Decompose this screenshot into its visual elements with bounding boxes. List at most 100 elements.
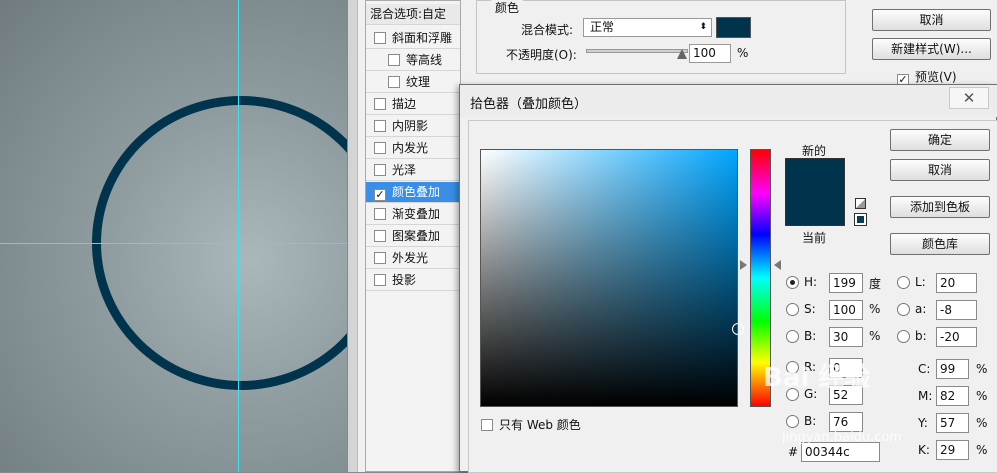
style-item-inner-glow[interactable]: 内发光 <box>366 138 460 159</box>
m-input[interactable]: 82 <box>936 386 969 406</box>
saturation-brightness-field[interactable] <box>480 149 738 407</box>
dialog-edge <box>348 0 358 472</box>
ok-button[interactable]: 确定 <box>890 129 990 151</box>
baidu-watermark-url: jingyan.baidu.com <box>782 430 902 445</box>
s-input[interactable]: 100 <box>829 300 863 320</box>
blending-options-item[interactable]: 混合选项:自定 <box>366 4 460 25</box>
a-radio[interactable] <box>897 303 910 316</box>
style-item-color-overlay[interactable]: ✓ 颜色叠加 <box>366 182 460 203</box>
style-item-pattern-overlay[interactable]: 图案叠加 <box>366 226 460 247</box>
current-color-label: 当前 <box>802 231 827 245</box>
l-radio[interactable] <box>897 276 910 289</box>
new-color-swatch <box>785 158 845 194</box>
blend-mode-select[interactable]: 正常 ⬍ <box>583 18 712 37</box>
picker-cancel-button[interactable]: 取消 <box>890 159 990 181</box>
rgb-b-label: B: <box>804 414 817 428</box>
y-input[interactable]: 57 <box>936 413 969 433</box>
style-item-drop-shadow[interactable]: 投影 <box>366 270 460 291</box>
overlay-color-swatch[interactable] <box>716 17 751 38</box>
style-item-bevel-emboss[interactable]: 斜面和浮雕 <box>366 28 460 49</box>
b-unit: % <box>869 329 881 343</box>
out-of-gamut-cube-icon[interactable] <box>855 198 866 209</box>
checkbox[interactable] <box>388 76 400 88</box>
picker-titlebar[interactable]: 拾色器（叠加颜色） ✕ <box>460 85 997 117</box>
checkbox-checked[interactable]: ✓ <box>374 189 386 201</box>
new-style-button[interactable]: 新建样式(W)... <box>872 38 991 60</box>
h-unit: 度 <box>869 277 882 291</box>
blend-mode-label: 混合模式: <box>521 23 574 37</box>
checkbox[interactable] <box>374 142 386 154</box>
style-item-label: 外发光 <box>392 251 429 265</box>
style-item-stroke[interactable]: 描边 <box>366 94 460 115</box>
style-item-satin[interactable]: 光泽 <box>366 160 460 181</box>
color-picker-dialog: 拾色器（叠加颜色） ✕ 新的 当前 确定 取消 添加到色板 颜色库 H: 199… <box>459 84 997 473</box>
style-item-label: 斜面和浮雕 <box>392 31 453 45</box>
checkbox[interactable] <box>374 274 386 286</box>
lab-b-radio[interactable] <box>897 330 910 343</box>
close-icon[interactable]: ✕ <box>949 87 989 109</box>
lab-b-input[interactable]: -20 <box>936 327 977 347</box>
k-input[interactable]: 29 <box>936 440 969 460</box>
style-item-label: 描边 <box>392 97 417 111</box>
current-color-swatch[interactable] <box>785 194 845 226</box>
preview-label: 预览(V) <box>915 70 957 84</box>
checkbox[interactable] <box>481 419 493 431</box>
checkbox[interactable] <box>374 230 386 242</box>
checkbox[interactable] <box>374 120 386 132</box>
web-safe-color-icon[interactable] <box>854 213 867 226</box>
vertical-guide[interactable] <box>238 0 239 472</box>
checkbox[interactable] <box>374 32 386 44</box>
c-input[interactable]: 99 <box>936 359 969 379</box>
s-label: S: <box>804 302 816 316</box>
b-label: B: <box>804 329 817 343</box>
style-item-label: 投影 <box>392 273 417 287</box>
k-unit: % <box>976 443 988 457</box>
a-input[interactable]: -8 <box>936 300 977 320</box>
hue-slider-right-arrow-icon[interactable] <box>774 260 781 270</box>
rgb-b-radio[interactable] <box>786 415 799 428</box>
hex-label: # <box>788 445 799 459</box>
style-item-label: 颜色叠加 <box>392 185 441 199</box>
style-item-label: 内发光 <box>392 141 429 155</box>
color-marker-icon[interactable] <box>732 323 744 335</box>
lab-b-label: b: <box>915 329 927 343</box>
hex-input[interactable]: 00344c <box>801 442 880 462</box>
style-item-outer-glow[interactable]: 外发光 <box>366 248 460 269</box>
checkbox[interactable] <box>388 54 400 66</box>
opacity-label: 不透明度(O): <box>506 48 577 62</box>
b-radio[interactable] <box>786 330 799 343</box>
h-input[interactable]: 199 <box>829 273 863 293</box>
s-unit: % <box>869 302 881 316</box>
y-label: Y: <box>918 416 928 430</box>
s-radio[interactable] <box>786 303 799 316</box>
h-radio[interactable] <box>786 276 799 289</box>
horizontal-guide[interactable] <box>0 243 347 244</box>
checkbox[interactable] <box>374 208 386 220</box>
cancel-button[interactable]: 取消 <box>872 9 991 31</box>
style-item-label: 光泽 <box>392 163 417 177</box>
l-input[interactable]: 20 <box>936 273 977 293</box>
style-item-gradient-overlay[interactable]: 渐变叠加 <box>366 204 460 225</box>
style-item-contour[interactable]: 等高线 <box>366 50 460 71</box>
checkbox[interactable] <box>374 98 386 110</box>
l-label: L: <box>915 275 926 289</box>
opacity-slider-thumb[interactable] <box>677 49 687 59</box>
checkbox[interactable] <box>374 164 386 176</box>
b-input[interactable]: 30 <box>829 327 863 347</box>
web-colors-only-label: 只有 Web 颜色 <box>499 418 581 432</box>
color-libraries-button[interactable]: 颜色库 <box>890 233 990 255</box>
y-unit: % <box>976 416 988 430</box>
opacity-slider-track[interactable] <box>586 49 688 53</box>
web-colors-only-checkbox[interactable]: 只有 Web 颜色 <box>481 416 581 433</box>
rgb-b-input[interactable]: 76 <box>829 412 863 432</box>
style-item-inner-shadow[interactable]: 内阴影 <box>366 116 460 137</box>
checkbox[interactable] <box>374 252 386 264</box>
add-to-swatches-button[interactable]: 添加到色板 <box>890 196 990 218</box>
document-canvas[interactable] <box>0 0 347 472</box>
opacity-input[interactable]: 100 <box>689 44 731 63</box>
m-unit: % <box>976 389 988 403</box>
style-item-label: 渐变叠加 <box>392 207 441 221</box>
style-item-texture[interactable]: 纹理 <box>366 72 460 93</box>
hue-slider-left-arrow-icon[interactable] <box>740 260 747 270</box>
new-color-label: 新的 <box>802 144 827 158</box>
